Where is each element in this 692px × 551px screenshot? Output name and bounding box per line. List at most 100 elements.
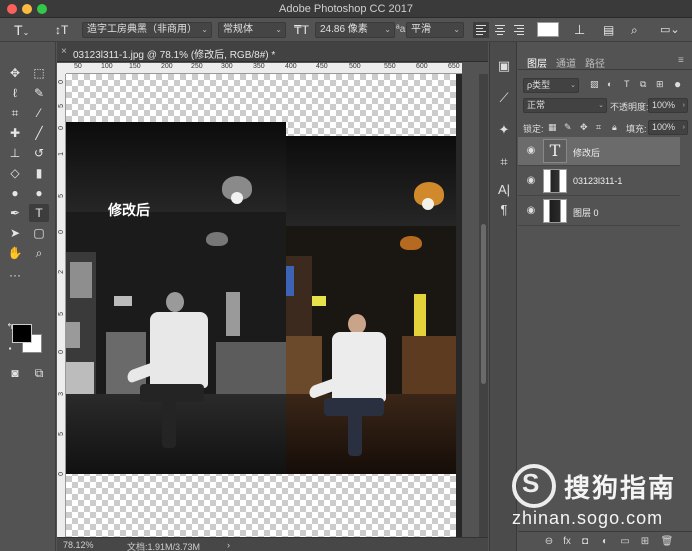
type-tool-icon[interactable]: T⌄ xyxy=(14,21,29,39)
tab-layers[interactable]: 图层 xyxy=(527,55,547,70)
ruler-label: 0 xyxy=(58,350,65,354)
eyedropper-tool-icon[interactable]: ⁄ xyxy=(29,104,49,122)
type-tool-icon[interactable]: T xyxy=(29,204,49,222)
close-icon[interactable]: × xyxy=(61,46,67,57)
align-right-icon[interactable] xyxy=(511,22,527,38)
ruler-label: 600 xyxy=(416,63,428,70)
scrollbar-thumb[interactable] xyxy=(481,224,486,384)
layer-row-image[interactable]: ◉ 图层 0 xyxy=(518,197,680,226)
ruler-label: 350 xyxy=(253,63,265,70)
align-center-icon[interactable] xyxy=(492,22,508,38)
screen-mode-icon[interactable]: ⧉ xyxy=(29,364,49,382)
filter-toggle-icon[interactable]: ● xyxy=(674,77,681,91)
zoom-level[interactable]: 78.12% xyxy=(63,540,94,550)
lasso-tool-icon[interactable]: ℓ xyxy=(5,84,25,102)
hand-tool-icon[interactable]: ✋ xyxy=(5,244,25,262)
layer-filter-select[interactable]: ρ类型 ⌄ xyxy=(523,78,579,93)
ruler-label: 150 xyxy=(129,63,141,70)
move-tool-icon[interactable]: ✥ xyxy=(5,64,25,82)
crop-panel-icon[interactable]: ⌗ xyxy=(496,154,512,170)
layer-style-icon[interactable]: fx xyxy=(560,535,574,549)
ruler-label: 400 xyxy=(285,63,297,70)
dodge-tool-icon[interactable]: ● xyxy=(29,184,49,202)
brush-tool-icon[interactable]: ╱ xyxy=(29,124,49,142)
blend-mode-select[interactable]: 正常 ⌄ xyxy=(523,98,607,113)
vertical-ruler[interactable]: 0 5 0 1 5 0 2 5 0 3 5 0 xyxy=(57,74,66,537)
zoom-tool-icon[interactable]: ⌕ xyxy=(29,244,49,262)
text-color-swatch[interactable] xyxy=(537,22,559,37)
pen-tool-icon[interactable]: ✒ xyxy=(5,204,25,222)
type-filter-icon[interactable]: T xyxy=(624,79,630,89)
crop-tool-icon[interactable]: ⌗ xyxy=(5,104,25,122)
layer-row-text[interactable]: ◉ T 修改后 xyxy=(518,137,680,166)
adjustment-layer-icon[interactable]: ◐ xyxy=(598,535,612,549)
shape-tool-icon[interactable]: ▢ xyxy=(29,224,49,242)
character-icon[interactable]: A| xyxy=(496,182,512,198)
lock-transparency-icon[interactable]: ▦ xyxy=(548,122,557,133)
quick-select-tool-icon[interactable]: ✎ xyxy=(29,84,49,102)
horizontal-ruler[interactable]: 50 100 150 200 250 300 350 400 450 500 5… xyxy=(66,63,462,74)
align-left-icon[interactable] xyxy=(473,22,489,38)
layer-thumbnail xyxy=(543,169,567,193)
font-style-select[interactable]: 常规体 ⌄ xyxy=(218,22,286,38)
status-bar: 78.12% 文档:1.91M/3.73M › xyxy=(57,537,488,551)
search-icon[interactable]: ⌕ xyxy=(631,21,638,39)
document-tab[interactable]: × 03123l311-1.jpg @ 78.1% (修改后, RGB/8#) … xyxy=(57,42,488,62)
tab-channels[interactable]: 通道 xyxy=(556,55,576,70)
edit-toolbar-icon[interactable]: ··· xyxy=(5,266,25,284)
fill-input[interactable]: 100% › xyxy=(648,120,688,135)
foreground-color-swatch[interactable] xyxy=(12,324,32,343)
watermark-title: 搜狗指南 xyxy=(564,474,677,504)
adjustments-icon[interactable]: ⟋ xyxy=(496,90,512,106)
document-canvas[interactable]: 修改后 xyxy=(66,74,462,537)
layer-name[interactable]: 图层 0 xyxy=(573,206,599,219)
vertical-scrollbar[interactable] xyxy=(479,74,488,537)
ruler-label: 1 xyxy=(58,152,65,156)
lock-artboard-icon[interactable]: ⌗ xyxy=(596,122,601,133)
image-filter-icon[interactable]: ▨ xyxy=(590,79,599,90)
font-family-select[interactable]: 造字工房典黑（非商用） ⌄ xyxy=(82,22,212,38)
smart-object-filter-icon[interactable]: ⊞ xyxy=(656,79,664,90)
font-size-select[interactable]: 24.86 像素 ⌄ xyxy=(315,22,395,38)
anti-alias-select[interactable]: 平滑 ⌄ xyxy=(406,22,464,38)
visibility-eye-icon[interactable]: ◉ xyxy=(525,175,537,187)
lock-all-icon[interactable]: 🔒︎ xyxy=(612,122,617,133)
workspace-icon[interactable]: ▭⌄ xyxy=(660,21,680,39)
gradient-tool-icon[interactable]: ▮ xyxy=(29,164,49,182)
healing-brush-tool-icon[interactable]: ✚ xyxy=(5,124,25,142)
visibility-eye-icon[interactable]: ◉ xyxy=(525,205,537,217)
add-mask-icon[interactable]: ◘ xyxy=(578,535,592,549)
path-select-tool-icon[interactable]: ➤ xyxy=(5,224,25,242)
ruler-label: 650 xyxy=(448,63,460,70)
opacity-input[interactable]: 100% › xyxy=(648,98,688,113)
clone-stamp-tool-icon[interactable]: ⊥ xyxy=(5,144,25,162)
document-tab-label: 03123l311-1.jpg @ 78.1% (修改后, RGB/8#) * xyxy=(73,50,276,61)
puzzle-icon[interactable]: ✦ xyxy=(496,122,512,138)
eraser-tool-icon[interactable]: ◇ xyxy=(5,164,25,182)
paragraph-icon[interactable]: ¶ xyxy=(496,202,512,218)
layer-name[interactable]: 修改后 xyxy=(573,146,600,159)
panel-menu-icon[interactable]: ≡ xyxy=(678,55,684,66)
history-brush-tool-icon[interactable]: ↺ xyxy=(29,144,49,162)
layer-row-image[interactable]: ◉ 03123l311-1 xyxy=(518,167,680,196)
text-layer-content[interactable]: 修改后 xyxy=(108,200,150,220)
adjustment-filter-icon[interactable]: ◐ xyxy=(607,79,612,89)
quick-mask-icon[interactable]: ◙ xyxy=(5,364,25,382)
shape-filter-icon[interactable]: ⧉ xyxy=(640,79,646,90)
marquee-tool-icon[interactable]: ⬚ xyxy=(29,64,49,82)
warp-text-icon[interactable]: ⊥ xyxy=(574,21,585,39)
character-panel-icon[interactable]: ▤ xyxy=(603,21,614,39)
libraries-icon[interactable]: ▣ xyxy=(496,58,512,74)
lock-pixels-icon[interactable]: ✎ xyxy=(564,122,572,133)
blur-tool-icon[interactable]: ● xyxy=(5,184,25,202)
new-group-icon[interactable]: ▭ xyxy=(618,535,632,549)
tab-paths[interactable]: 路径 xyxy=(585,55,605,70)
visibility-eye-icon[interactable]: ◉ xyxy=(525,145,537,157)
lock-position-icon[interactable]: ✥ xyxy=(580,122,588,133)
chevron-right-icon[interactable]: › xyxy=(227,540,230,550)
toggle-text-orientation-icon[interactable]: ↕T xyxy=(55,21,68,39)
trash-icon[interactable]: 🗑︎ xyxy=(660,535,674,549)
layer-name[interactable]: 03123l311-1 xyxy=(573,176,622,186)
new-layer-icon[interactable]: ⊞ xyxy=(638,535,652,549)
link-layers-icon[interactable]: ⊖ xyxy=(542,535,556,549)
